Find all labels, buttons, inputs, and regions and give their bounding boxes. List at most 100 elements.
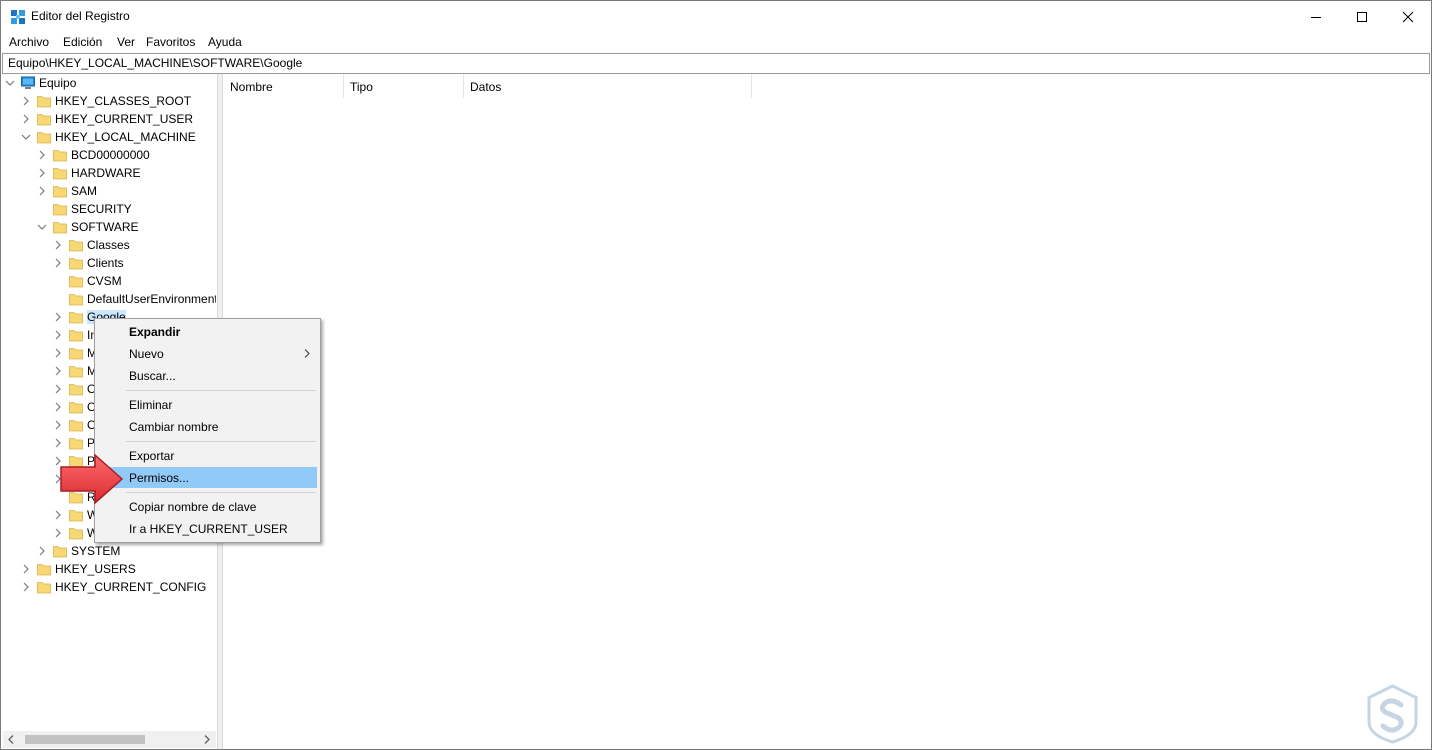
chevron-right-icon[interactable]: [53, 311, 63, 323]
tree-node-label: BCD00000000: [71, 148, 150, 162]
tree-node-label: HKEY_CLASSES_ROOT: [55, 94, 192, 108]
tree-node-label: SECURITY: [71, 202, 132, 216]
column-header-tipo[interactable]: Tipo: [343, 74, 464, 98]
tree-node-label: HKEY_LOCAL_MACHINE: [55, 130, 196, 144]
menu-ayuda[interactable]: Ayuda: [208, 35, 242, 49]
watermark-logo: [1367, 684, 1418, 744]
minimize-button[interactable]: [1293, 1, 1339, 32]
maximize-button[interactable]: [1339, 1, 1385, 32]
folder-icon: [53, 150, 67, 162]
chevron-right-icon[interactable]: [53, 419, 63, 431]
tree-node-label: Clients: [87, 256, 124, 270]
chevron-right-icon[interactable]: [37, 185, 47, 197]
minimize-icon: [1311, 16, 1321, 18]
menu-item-expandir[interactable]: Expandir: [98, 321, 317, 342]
chevron-right-icon[interactable]: [53, 329, 63, 341]
menu-item-label: Ir a HKEY_CURRENT_USER: [129, 522, 288, 536]
tree-node-label: SAM: [71, 184, 98, 198]
chevron-right-icon[interactable]: [21, 95, 31, 107]
menu-item-label: Expandir: [129, 325, 181, 339]
pointer-arrow: [60, 453, 124, 505]
tree-node-label: CVSM: [87, 274, 122, 288]
folder-icon: [53, 168, 67, 180]
menu-item-label: Eliminar: [129, 398, 173, 412]
menu-bar: Archivo Edición Ver Favoritos Ayuda: [1, 32, 1431, 52]
folder-icon: [37, 132, 51, 144]
folder-icon: [37, 582, 51, 594]
chevron-right-icon[interactable]: [53, 365, 63, 377]
folder-icon: [53, 546, 67, 558]
menu-item-label: Nuevo: [129, 347, 164, 361]
scroll-right-icon[interactable]: [203, 735, 211, 744]
tree-node-label: Classes: [87, 238, 130, 252]
chevron-right-icon[interactable]: [53, 509, 63, 521]
menu-item-label: Copiar nombre de clave: [129, 500, 257, 514]
chevron-right-icon[interactable]: [53, 437, 63, 449]
menu-item-label: Cambiar nombre: [129, 420, 219, 434]
chevron-right-icon[interactable]: [53, 527, 63, 539]
chevron-right-icon[interactable]: [21, 581, 31, 593]
tree-node-label: HKEY_USERS: [55, 562, 136, 576]
submenu-chevron-icon: [304, 349, 310, 358]
tree-node-label: SOFTWARE: [71, 220, 139, 234]
folder-icon: [69, 312, 83, 324]
chevron-down-icon[interactable]: [21, 131, 31, 143]
chevron-right-icon[interactable]: [37, 149, 47, 161]
title-bar[interactable]: Editor del Registro: [1, 1, 1431, 32]
folder-icon: [53, 186, 67, 198]
folder-icon: [69, 366, 83, 378]
menu-separator: [126, 492, 316, 493]
chevron-right-icon[interactable]: [21, 563, 31, 575]
chevron-right-icon[interactable]: [53, 401, 63, 413]
tree-node-label: HKEY_CURRENT_USER: [55, 112, 194, 126]
folder-icon: [69, 510, 83, 522]
chevron-down-icon[interactable]: [37, 221, 47, 233]
chevron-right-icon[interactable]: [37, 545, 47, 557]
menu-edicion[interactable]: Edición: [63, 35, 102, 49]
folder-icon: [69, 402, 83, 414]
tree-node-label: SYSTEM: [71, 544, 121, 558]
chevron-down-icon[interactable]: [5, 77, 15, 89]
column-header-nombre[interactable]: Nombre: [223, 74, 344, 98]
folder-icon: [69, 528, 83, 540]
chevron-right-icon[interactable]: [53, 383, 63, 395]
tree-node-label: HKEY_CURRENT_CONFIG: [55, 580, 207, 594]
folder-icon: [69, 420, 83, 432]
menu-item-label: Buscar...: [129, 369, 176, 383]
scroll-left-icon[interactable]: [7, 735, 15, 744]
chevron-right-icon[interactable]: [53, 257, 63, 269]
folder-icon: [37, 564, 51, 576]
menu-item-eliminar[interactable]: Eliminar: [98, 394, 317, 415]
chevron-right-icon[interactable]: [53, 347, 63, 359]
chevron-right-icon[interactable]: [21, 113, 31, 125]
menu-archivo[interactable]: Archivo: [9, 35, 49, 49]
menu-item-ir-a-hkcu[interactable]: Ir a HKEY_CURRENT_USER: [98, 518, 317, 539]
folder-icon: [69, 330, 83, 342]
scroll-thumb[interactable]: [25, 735, 145, 744]
chevron-right-icon[interactable]: [53, 239, 63, 251]
address-bar[interactable]: Equipo\HKEY_LOCAL_MACHINE\SOFTWARE\Googl…: [2, 53, 1430, 74]
tree-horizontal-scrollbar[interactable]: [3, 731, 216, 748]
values-pane[interactable]: Nombre Tipo Datos: [223, 74, 1430, 749]
menu-separator: [126, 441, 316, 442]
folder-icon: [69, 384, 83, 396]
chevron-right-icon[interactable]: [37, 167, 47, 179]
menu-item-cambiar-nombre[interactable]: Cambiar nombre: [98, 416, 317, 437]
column-label: Tipo: [350, 80, 373, 94]
close-button[interactable]: [1385, 1, 1431, 32]
menu-separator: [126, 390, 316, 391]
folder-icon: [69, 276, 83, 288]
computer-icon: [21, 76, 35, 89]
menu-ver[interactable]: Ver: [117, 35, 135, 49]
menu-item-nuevo[interactable]: Nuevo: [98, 343, 317, 364]
folder-icon: [69, 294, 83, 306]
column-label: Datos: [470, 80, 502, 94]
folder-icon: [53, 222, 67, 234]
menu-favoritos[interactable]: Favoritos: [146, 35, 195, 49]
address-path: Equipo\HKEY_LOCAL_MACHINE\SOFTWARE\Googl…: [8, 56, 303, 70]
menu-item-buscar[interactable]: Buscar...: [98, 365, 317, 386]
maximize-icon: [1357, 11, 1367, 22]
folder-icon: [69, 348, 83, 360]
column-header-datos[interactable]: Datos: [463, 74, 752, 98]
tree-node-label: Equipo: [39, 76, 77, 90]
